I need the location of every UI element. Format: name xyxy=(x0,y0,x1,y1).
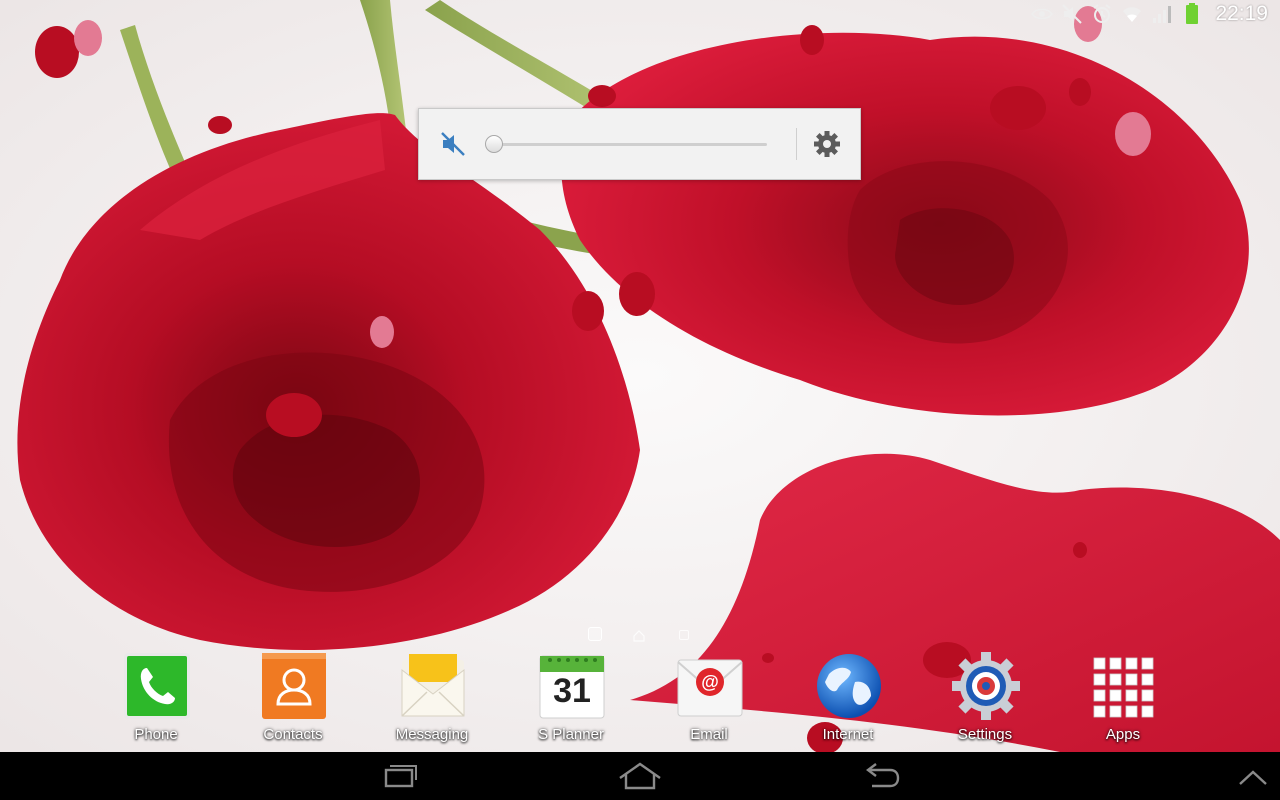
app-phone[interactable]: Phone xyxy=(96,648,216,748)
divider xyxy=(796,128,797,160)
app-apps[interactable]: Apps xyxy=(1063,648,1183,748)
alarm-icon xyxy=(1091,3,1113,25)
recent-apps-icon[interactable] xyxy=(370,760,430,792)
calendar-day: 31 xyxy=(553,672,591,710)
menu-up-icon[interactable] xyxy=(1222,760,1280,792)
app-dock: Phone Contacts Messaging 31 S Planner @ … xyxy=(0,648,1280,752)
app-label: Apps xyxy=(1105,726,1141,743)
volume-slider-track[interactable] xyxy=(493,143,767,146)
calendar-icon: 31 xyxy=(538,652,606,720)
app-internet[interactable]: Internet xyxy=(788,648,908,748)
apps-grid-icon xyxy=(1090,652,1158,720)
app-label: Internet xyxy=(822,726,874,743)
page-dot[interactable] xyxy=(679,630,689,640)
eye-icon xyxy=(1031,3,1054,25)
contacts-icon xyxy=(260,652,328,720)
signal-icon xyxy=(1151,3,1173,25)
app-s-planner[interactable]: 31 S Planner xyxy=(511,648,631,748)
speaker-mute-icon[interactable] xyxy=(439,130,467,158)
home-icon[interactable] xyxy=(610,760,670,792)
app-settings[interactable]: Settings xyxy=(925,648,1045,748)
app-contacts[interactable]: Contacts xyxy=(233,648,353,748)
app-label: Settings xyxy=(957,726,1013,743)
app-label: Phone xyxy=(134,726,178,743)
page-indicator[interactable] xyxy=(586,627,696,645)
app-email[interactable]: @ Email xyxy=(649,648,769,748)
clock: 22:19 xyxy=(1215,2,1268,25)
wifi-icon xyxy=(1121,3,1143,25)
back-icon[interactable] xyxy=(852,760,912,792)
page-dot-current[interactable] xyxy=(588,627,602,641)
email-icon: @ xyxy=(676,652,744,720)
home-page-icon[interactable] xyxy=(633,629,645,647)
settings-gear-icon xyxy=(952,652,1020,720)
messaging-icon xyxy=(399,652,467,720)
navigation-bar xyxy=(0,752,1280,800)
status-icons: 22:19 xyxy=(1031,0,1268,28)
gear-icon[interactable] xyxy=(812,129,842,159)
app-label: Contacts xyxy=(263,726,323,743)
volume-slider-thumb[interactable] xyxy=(485,135,503,153)
globe-icon xyxy=(815,652,883,720)
volume-panel[interactable] xyxy=(418,108,861,180)
mute-icon xyxy=(1061,3,1083,25)
app-label: S Planner xyxy=(538,726,604,743)
app-messaging[interactable]: Messaging xyxy=(372,648,492,748)
phone-icon xyxy=(123,652,191,720)
svg-text:@: @ xyxy=(701,672,719,692)
app-label: Messaging xyxy=(395,726,469,743)
battery-icon xyxy=(1181,3,1203,25)
app-label: Email xyxy=(690,726,728,743)
status-bar[interactable]: 22:19 xyxy=(0,0,1280,28)
